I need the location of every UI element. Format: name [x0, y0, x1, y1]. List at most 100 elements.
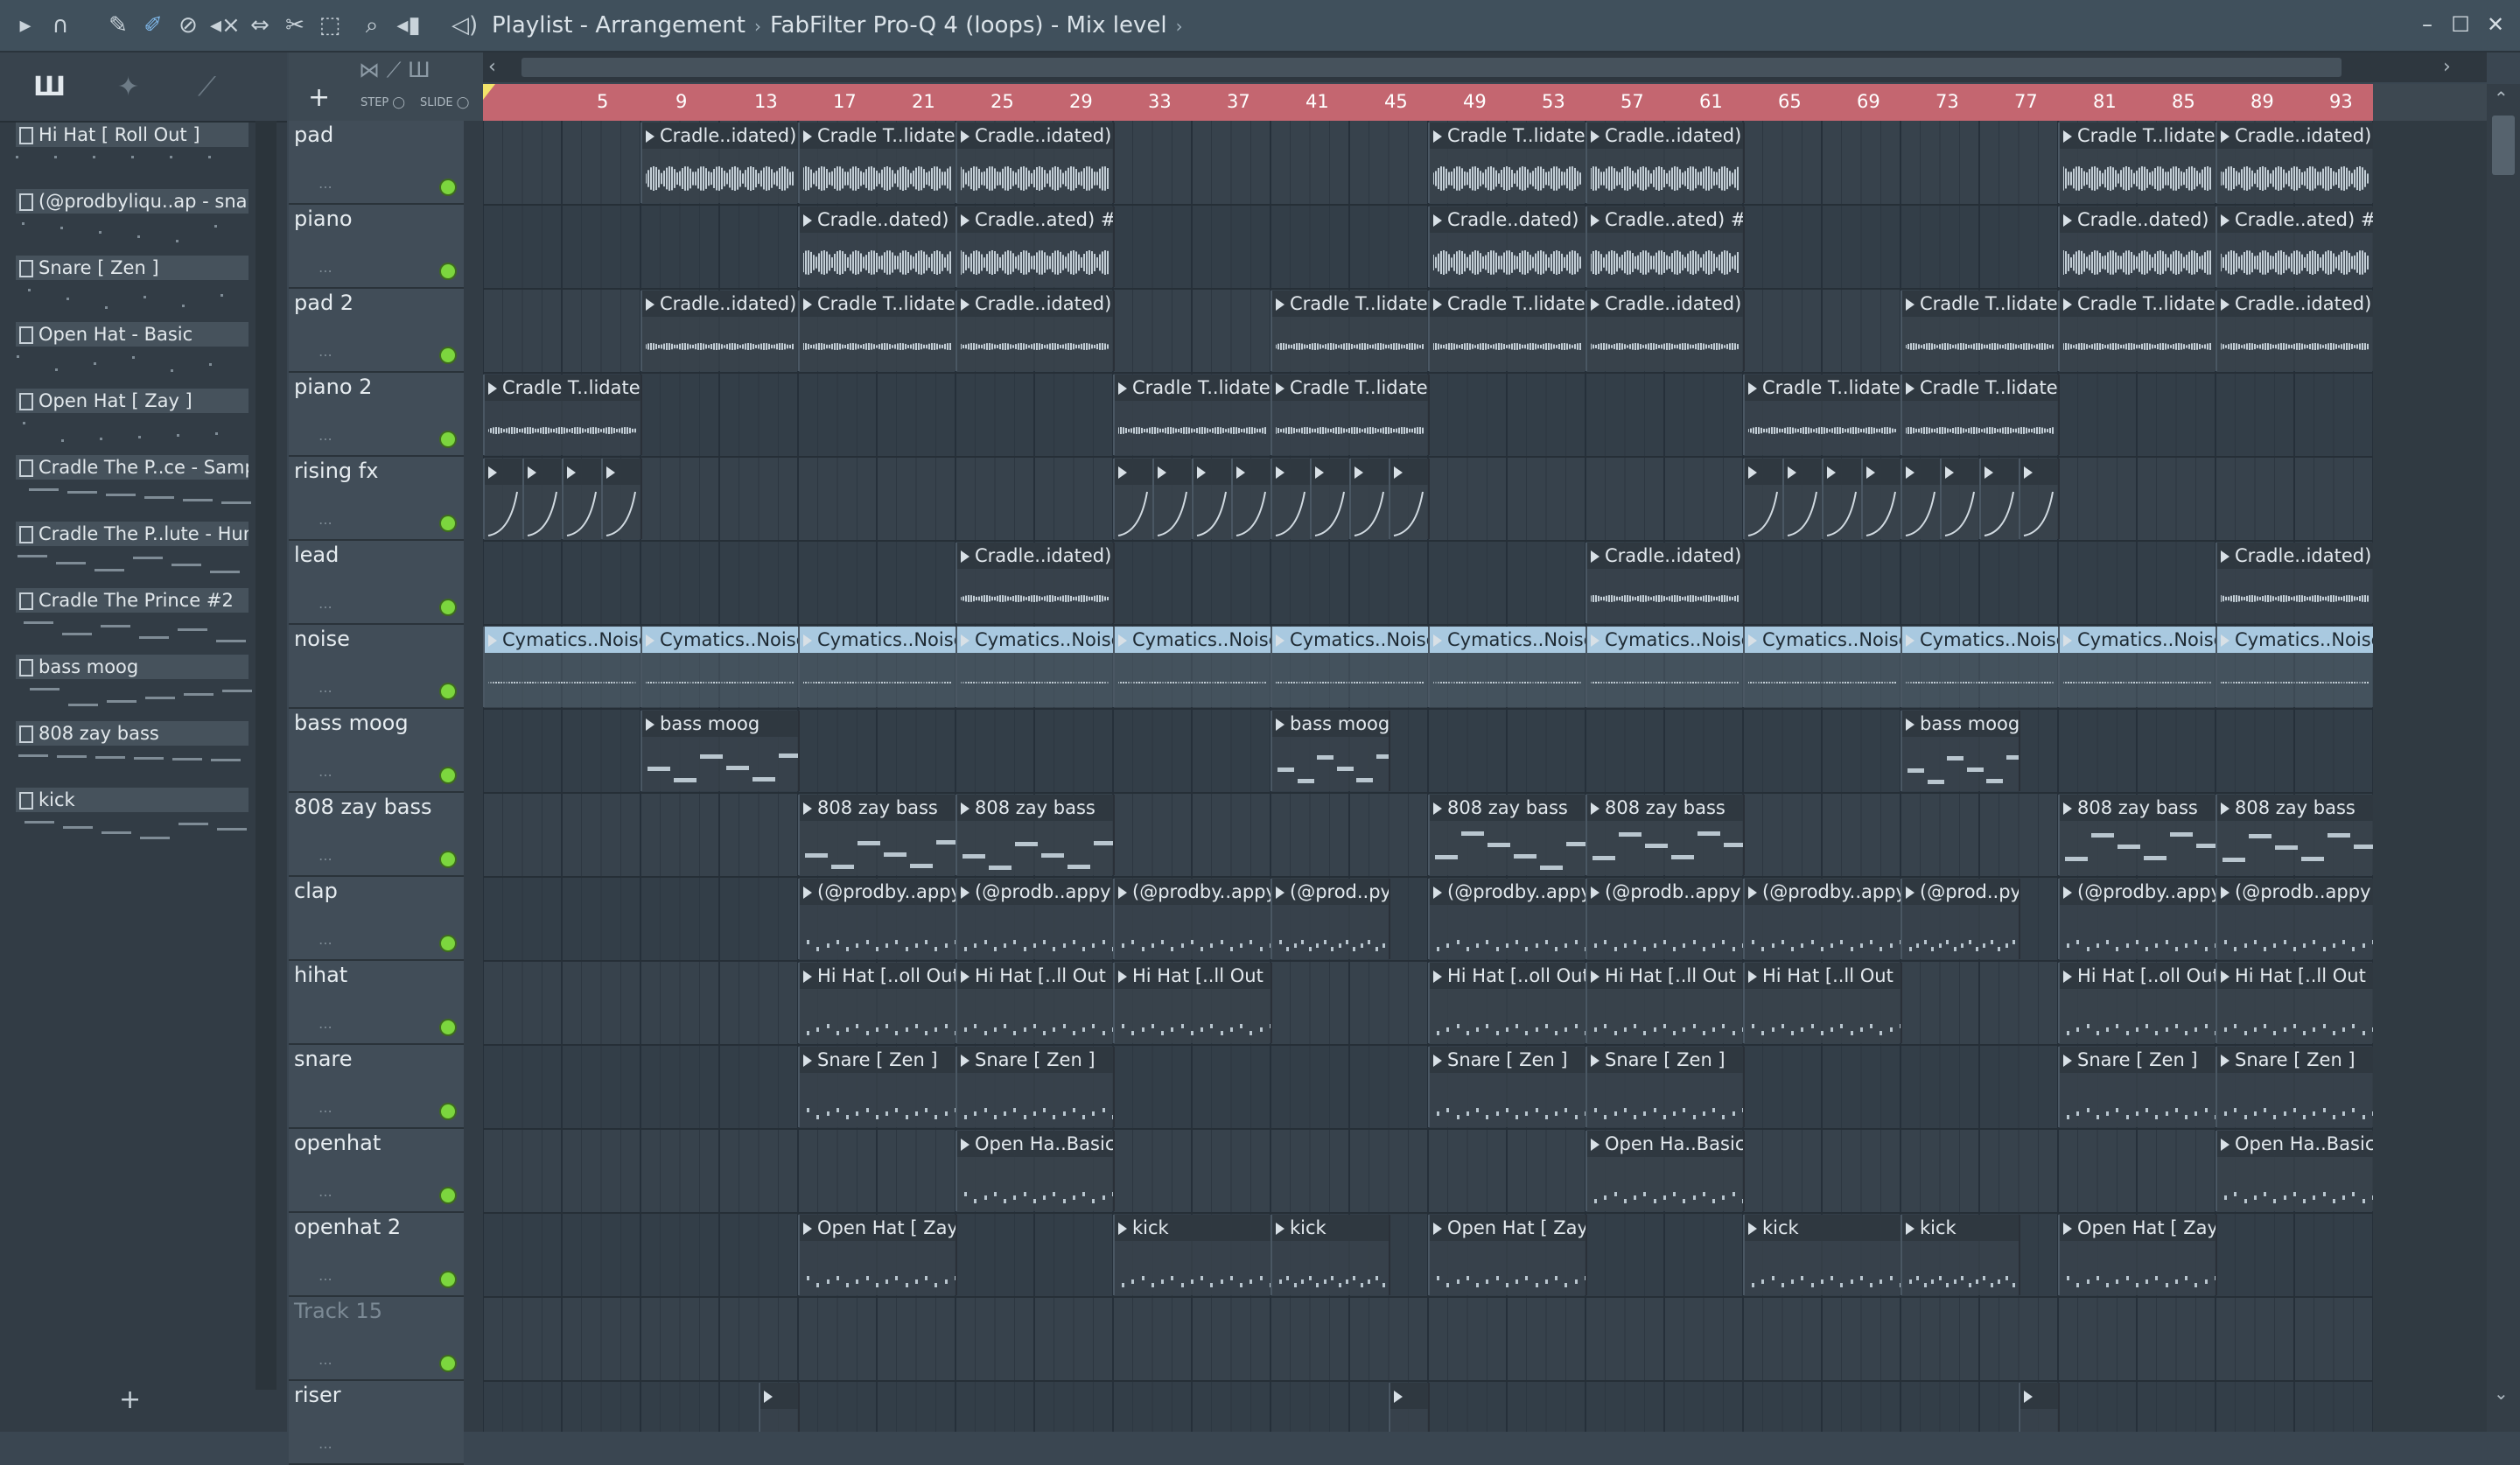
channel-label[interactable]: Cradle The Prince #2 — [16, 588, 248, 613]
audio-clip-noise[interactable]: Cymatics..Noise — [1270, 627, 1430, 707]
minimize-button[interactable]: – — [2412, 11, 2443, 39]
audio-clip[interactable]: Cradle T..lidated) — [798, 123, 957, 203]
riser-clip[interactable] — [2019, 1383, 2060, 1432]
audio-clip[interactable]: Cradle T..lidated) — [1270, 291, 1430, 371]
track-mute-led[interactable] — [439, 1271, 457, 1288]
audio-clip[interactable]: Snare [ Zen ] — [1428, 1047, 1587, 1127]
audio-clip[interactable]: Cradle T..lidated) — [1900, 375, 2060, 455]
audio-clip[interactable]: Cradle T..lidated) — [2058, 123, 2217, 203]
channel-label[interactable]: Snare [ Zen ] — [16, 256, 248, 280]
audio-clip[interactable]: Open Ha..Basic — [2216, 1131, 2373, 1211]
riser-clip[interactable] — [1900, 459, 1942, 539]
select-icon[interactable]: ⬚ — [317, 12, 343, 39]
audio-clip[interactable]: Hi Hat [..ll Out ] — [2216, 963, 2373, 1043]
audio-clip[interactable]: Cradle T..lidated) — [1113, 375, 1272, 455]
track-header[interactable]: rising fx ⋯ — [289, 457, 464, 541]
channel-label[interactable]: Open Hat [ Zay ] — [16, 389, 248, 413]
pattern-clip[interactable]: bass moog — [1900, 711, 2020, 791]
audio-clip[interactable]: (@prod..py — [1270, 879, 1390, 959]
audio-clip-noise[interactable]: Cymatics..Noise — [1586, 627, 1745, 707]
audio-clip[interactable]: (@prodby..appy — [2058, 879, 2217, 959]
audio-clip[interactable]: Cradle T..lidated) — [1428, 291, 1587, 371]
channel-label[interactable]: Hi Hat [ Roll Out ] — [16, 123, 248, 147]
channel-item[interactable]: Cradle The P..ce - Sampler — [12, 453, 251, 520]
audio-clip[interactable]: Cradle T..lidated) — [1743, 375, 1902, 455]
riser-clip[interactable] — [562, 459, 603, 539]
channel-item[interactable]: Open Hat [ Zay ] — [12, 387, 248, 453]
speaker-icon[interactable]: ◁) — [452, 12, 478, 39]
track-header[interactable]: 808 zay bass ⋯ — [289, 793, 464, 877]
riser-clip[interactable] — [1310, 459, 1351, 539]
scroll-up-icon[interactable]: ⌃ — [2494, 88, 2509, 109]
track-name[interactable]: openhat — [294, 1131, 381, 1155]
riser-clip[interactable] — [522, 459, 564, 539]
audio-clip[interactable]: Snare [ Zen ] — [1586, 1047, 1745, 1127]
audio-clip[interactable]: kick — [1743, 1215, 1902, 1295]
automation-icon[interactable]: ✦ — [117, 72, 139, 102]
track-mute-led[interactable] — [439, 767, 457, 784]
track-mute-led[interactable] — [439, 1355, 457, 1372]
audio-clip-noise[interactable]: Cymatics..Noise — [1428, 627, 1587, 707]
slip-icon[interactable]: ⇔ — [247, 12, 273, 39]
audio-clip[interactable]: kick — [1113, 1215, 1272, 1295]
audio-clip[interactable]: Cradle..ated) #2 — [1586, 207, 1745, 287]
pattern-clip[interactable]: 808 zay bass — [1586, 795, 1745, 875]
track-name[interactable]: 808 zay bass — [294, 795, 432, 819]
audio-clip[interactable]: Cradle..idated) — [1586, 543, 1745, 623]
audio-clip[interactable]: Open Hat [ Zay ] — [2058, 1215, 2217, 1295]
riser-clip[interactable] — [483, 459, 524, 539]
channel-label[interactable]: bass moog — [16, 655, 248, 679]
track-name[interactable]: rising fx — [294, 459, 378, 483]
audio-clip[interactable]: (@prod..py — [1900, 879, 2020, 959]
channel-item[interactable]: Open Hat - Basic — [12, 320, 248, 387]
track-name[interactable]: piano 2 — [294, 375, 372, 399]
riser-clip[interactable] — [1113, 459, 1154, 539]
channel-label[interactable]: Open Hat - Basic — [16, 322, 248, 347]
channel-label[interactable]: kick — [16, 788, 248, 812]
channel-item[interactable]: Hi Hat [ Roll Out ] — [12, 121, 248, 187]
track-header[interactable]: riser ⋯ — [289, 1381, 464, 1465]
audio-clip[interactable]: Cradle..idated) — [956, 543, 1115, 623]
riser-clip[interactable] — [2019, 459, 2060, 539]
audio-clip[interactable]: Hi Hat [..ll Out ] — [1743, 963, 1902, 1043]
channel-item[interactable]: 808 zay bass — [12, 719, 248, 786]
audio-clip[interactable]: Cradle..dated) #2 — [2058, 207, 2217, 287]
audio-clip[interactable]: (@prodby..appy — [798, 879, 957, 959]
audio-clip[interactable]: Cradle..idated) — [640, 123, 800, 203]
picker-scrollbar[interactable] — [256, 121, 276, 1390]
audio-clip-noise[interactable]: Cymatics..Noise — [956, 627, 1115, 707]
track-mute-led[interactable] — [439, 935, 457, 952]
audio-clip[interactable]: Hi Hat [..oll Out ] — [798, 963, 957, 1043]
zoom-icon[interactable]: ⌕ — [359, 12, 385, 39]
maximize-button[interactable]: ☐ — [2445, 11, 2476, 39]
track-mute-led[interactable] — [439, 1187, 457, 1204]
channel-item[interactable]: bass moog — [12, 653, 252, 719]
track-mute-led[interactable] — [439, 1103, 457, 1120]
pencil-icon[interactable]: ✎ — [105, 12, 131, 39]
audio-clip[interactable]: Cradle T..lidated) — [1270, 375, 1430, 455]
channel-item[interactable]: (@prodbyliqu..ap - snappy — [12, 187, 248, 254]
vertical-scrollbar[interactable]: ⌃ ⌄ — [2487, 84, 2520, 1432]
riser-clip[interactable] — [759, 1383, 800, 1432]
slice-icon[interactable]: ✂ — [282, 12, 308, 39]
channel-item[interactable]: Snare [ Zen ] — [12, 254, 248, 320]
track-header[interactable]: clap ⋯ — [289, 877, 464, 961]
track-mute-led[interactable] — [439, 599, 457, 616]
audio-clip[interactable]: (@prodb..appy — [2216, 879, 2373, 959]
track-name[interactable]: riser — [294, 1383, 341, 1407]
track-name[interactable]: openhat 2 — [294, 1215, 401, 1239]
audio-clip[interactable]: Cradle..idated) — [956, 291, 1115, 371]
pattern-clip[interactable]: 808 zay bass — [1428, 795, 1587, 875]
audio-clip[interactable]: Hi Hat [..oll Out ] — [2058, 963, 2217, 1043]
channel-label[interactable]: Cradle The P..ce - Sampler — [16, 455, 248, 480]
audio-clip-noise[interactable]: Cymatics..Noise — [1900, 627, 2060, 707]
track-mute-led[interactable] — [439, 263, 457, 280]
audio-clip[interactable]: (@prodby..appy — [1743, 879, 1902, 959]
audio-clip[interactable]: Snare [ Zen ] — [798, 1047, 957, 1127]
audio-clip[interactable]: Cradle T..lidated) — [2058, 291, 2217, 371]
track-name[interactable]: hihat — [294, 963, 347, 987]
track-name[interactable]: clap — [294, 879, 338, 903]
track-header[interactable]: pad 2 ⋯ — [289, 289, 464, 373]
audio-clip[interactable]: Cradle..dated) #2 — [798, 207, 957, 287]
riser-clip[interactable] — [1152, 459, 1194, 539]
